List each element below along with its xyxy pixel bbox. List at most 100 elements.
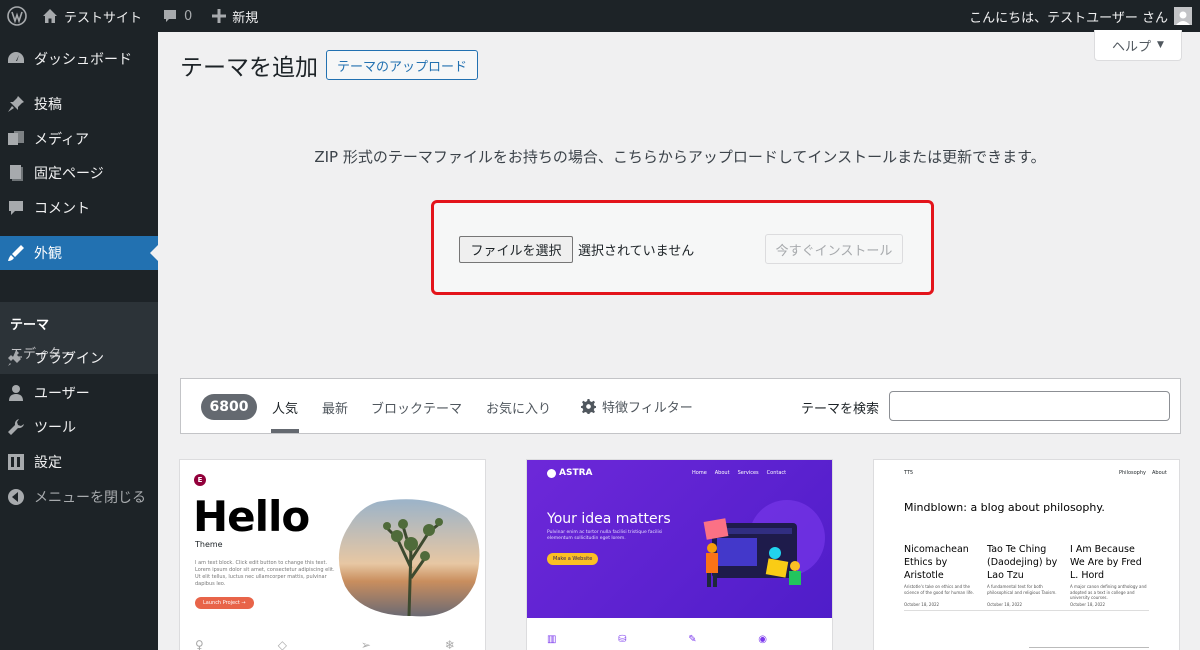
sidebar-item-settings[interactable]: 設定 [0, 445, 158, 479]
desert-plant-image [338, 499, 480, 617]
tt-post-title: I Am Because We Are by Fred L. Hord [1070, 544, 1142, 581]
astra-nav-item: Services [737, 470, 759, 476]
tt-headline: Mindblown: a blog about philosophy. [904, 501, 1105, 514]
sidebar-item-label: プラグイン [34, 351, 104, 367]
astra-logo-text: ASTRA [559, 468, 593, 478]
my-account-link[interactable]: こんにちは、テストユーザー さん [969, 0, 1192, 32]
feature-filter-label: 特徴フィルター [602, 401, 693, 416]
sidebar-item-media[interactable]: メディア [0, 122, 158, 156]
page-title: テーマを追加 [180, 55, 318, 81]
collapse-icon [6, 487, 26, 507]
astra-feature-icons: ▥ ⛁ ✎ ◉ [547, 634, 767, 645]
hello-feature-icons: ♀ ◇ ➢ ❄ [195, 638, 455, 650]
sidebar-item-tools[interactable]: ツール [0, 410, 158, 444]
help-label: ヘルプ [1112, 39, 1152, 55]
admin-sidebar: ダッシュボード 投稿 メディア 固定ページ コメント 外観 テーマ エディター … [0, 32, 158, 650]
tt-post-excerpt: Aristotle's take on ethics and the scien… [904, 584, 974, 595]
tab-popular[interactable]: 人気 [272, 398, 298, 417]
sidebar-item-label: 外観 [34, 246, 62, 262]
theme-filter-bar: 6800 人気 最新 ブロックテーマ お気に入り 特徴フィルター テーマを検索 [180, 378, 1181, 434]
settings-icon [6, 452, 26, 472]
appearance-icon [6, 243, 26, 263]
site-name: テストサイト [64, 10, 143, 26]
new-content-link[interactable]: 新規 [204, 0, 266, 32]
upload-theme-button[interactable]: テーマのアップロード [326, 50, 479, 80]
astra-hero: ASTRA Home About Services Contact Your i… [527, 460, 832, 618]
lightbulb-icon: ♀ [195, 638, 204, 650]
sidebar-item-label: 投稿 [34, 97, 62, 113]
theme-card-astra[interactable]: ASTRA Home About Services Contact Your i… [526, 459, 833, 650]
tt-post-date: October 18, 2022 [904, 602, 940, 607]
sidebar-item-comments[interactable]: コメント [0, 191, 158, 225]
install-now-button[interactable]: 今すぐインストール [765, 234, 903, 264]
tab-favorites[interactable]: お気に入り [486, 398, 551, 417]
home-icon [42, 8, 58, 24]
site-name-link[interactable]: テストサイト [34, 0, 150, 32]
sidebar-item-dashboard[interactable]: ダッシュボード [0, 42, 158, 76]
hello-subtitle: Theme [195, 540, 223, 549]
sidebar-item-label: 設定 [34, 455, 62, 471]
tab-block-themes[interactable]: ブロックテーマ [371, 398, 462, 417]
astra-nav-item: Home [692, 470, 707, 476]
hello-body-text: I am text block. Click edit button to ch… [195, 560, 335, 587]
hello-cta-button: Launch Project → [195, 597, 254, 609]
dashboard-icon [6, 49, 26, 69]
admin-bar: テストサイト 0 新規 こんにちは、テストユーザー さん [0, 0, 1200, 32]
sidebar-item-label: ユーザー [34, 386, 90, 402]
tt-post-title: Tao Te Ching (Daodejing) by Lao Tzu [987, 544, 1058, 581]
current-indicator [150, 245, 158, 261]
page-icon [6, 163, 26, 183]
feature-filter-button[interactable]: 特徴フィルター [581, 397, 693, 416]
tt-logo: TT5 [904, 470, 914, 476]
elementor-logo-icon: E [194, 474, 206, 486]
sidebar-item-label: コメント [34, 201, 90, 217]
hello-title: Hello [193, 492, 310, 541]
tt-post-excerpt: A major canon defining anthology and ado… [1070, 584, 1147, 600]
theme-count-badge: 6800 [201, 394, 257, 420]
sidebar-item-label: メディア [34, 132, 90, 148]
greeting: こんにちは、テストユーザー さん [969, 10, 1168, 26]
file-status-text: 選択されていません [578, 244, 695, 259]
sidebar-item-plugins[interactable]: プラグイン [0, 341, 158, 375]
theme-search-label: テーマを検索 [801, 402, 880, 417]
theme-card-tt5[interactable]: TT5 Philosophy About Mindblown: a blog a… [873, 459, 1180, 650]
astra-nav: Home About Services Contact [692, 470, 786, 476]
divider [904, 610, 1149, 611]
sidebar-item-pages[interactable]: 固定ページ [0, 156, 158, 190]
pin-icon [6, 94, 26, 114]
wordpress-logo-icon[interactable] [0, 0, 34, 32]
astra-body-text: Pulvinar enim ac tortor nulla facilisi t… [547, 530, 663, 541]
tt-post-excerpt: A fundamental text for both philosophica… [987, 584, 1057, 595]
diamond-icon: ◇ [277, 638, 287, 650]
sidebar-item-posts[interactable]: 投稿 [0, 87, 158, 121]
bag-icon: ⛁ [618, 634, 627, 645]
astra-illustration [703, 500, 825, 587]
active-tab-indicator [271, 429, 299, 433]
caret-down-icon: ▼ [1157, 40, 1164, 50]
comment-bubble-icon [162, 8, 178, 24]
sidebar-item-users[interactable]: ユーザー [0, 376, 158, 410]
wrench-icon [6, 417, 26, 437]
theme-card-hello[interactable]: E Hello Theme I am text block. Click edi… [179, 459, 486, 650]
choose-file-button[interactable]: ファイルを選択 [459, 236, 573, 263]
new-label: 新規 [232, 10, 259, 26]
tt-post-date: October 18, 2022 [1070, 602, 1106, 607]
edit-icon: ✎ [688, 634, 697, 645]
gear-icon [581, 399, 596, 414]
sidebar-item-label: メニューを閉じる [34, 490, 146, 506]
upload-help-text: ZIP 形式のテーマファイルをお持ちの場合、こちらからアップロードしてインストー… [314, 148, 1046, 166]
theme-search-input[interactable] [889, 391, 1170, 421]
sidebar-item-appearance[interactable]: 外観 [0, 236, 158, 270]
astra-logo-icon [547, 468, 556, 478]
tt-post-date: October 18, 2022 [987, 602, 1023, 607]
help-tab-button[interactable]: ヘルプ ▼ [1094, 30, 1182, 61]
comments-link[interactable]: 0 [154, 0, 200, 32]
paper-plane-icon: ➢ [360, 638, 371, 650]
building-icon: ▥ [547, 634, 557, 645]
submenu-item-themes[interactable]: テーマ [10, 314, 49, 333]
snowflake-icon: ❄ [444, 638, 455, 650]
sidebar-item-label: ツール [34, 420, 76, 436]
sidebar-item-label: 固定ページ [34, 166, 104, 182]
tab-latest[interactable]: 最新 [322, 398, 348, 417]
collapse-menu-button[interactable]: メニューを閉じる [0, 480, 158, 514]
